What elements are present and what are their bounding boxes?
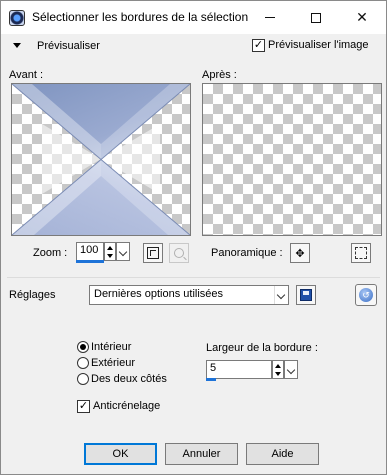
zoom-fit-button[interactable]	[143, 243, 163, 263]
preview-image-checkbox[interactable]: ✓	[252, 39, 265, 52]
border-width-focus-bar	[206, 378, 216, 381]
zoom-spinner[interactable]	[104, 242, 116, 261]
maximize-button[interactable]	[293, 1, 339, 34]
window-title: Sélectionner les bordures de la sélectio…	[32, 10, 249, 24]
reset-button[interactable]: ↺	[355, 284, 377, 306]
preview-toggle-row: Prévisualiser ✓ Prévisualiser l'image	[1, 34, 386, 57]
floppy-disk-icon	[300, 289, 312, 301]
ok-button[interactable]: OK	[84, 443, 157, 465]
collapse-triangle-icon[interactable]	[13, 43, 21, 48]
minimize-button[interactable]	[247, 1, 293, 34]
checkmark-icon: ✓	[253, 39, 264, 51]
border-width-input[interactable]: 5	[206, 360, 272, 379]
before-preview-image	[12, 84, 190, 235]
magnifier-icon	[174, 248, 184, 258]
before-label: Avant :	[9, 69, 44, 81]
checkmark-icon: ✓	[78, 400, 89, 412]
dialog-window: Sélectionner les bordures de la sélectio…	[0, 0, 387, 475]
spin-up-icon[interactable]	[275, 364, 281, 368]
zoom-label: Zoom :	[33, 247, 68, 259]
zoom-to-selection-button	[169, 243, 189, 263]
outside-radio-label[interactable]: Extérieur	[91, 357, 135, 369]
title-bar[interactable]: Sélectionner les bordures de la sélectio…	[1, 1, 386, 34]
zoom-fit-icon	[147, 247, 159, 259]
after-preview-pane[interactable]	[202, 83, 382, 236]
pan-label: Panoramique :	[211, 247, 283, 259]
help-button[interactable]: Aide	[246, 443, 319, 465]
zoom-input[interactable]: 100	[76, 242, 104, 261]
border-width-spinner[interactable]	[272, 360, 284, 379]
before-preview-pane[interactable]	[11, 83, 191, 236]
border-width-label: Largeur de la bordure :	[206, 342, 318, 354]
close-button[interactable]: ✕	[339, 1, 385, 34]
spin-up-icon[interactable]	[107, 246, 113, 250]
reset-arrow-icon: ↺	[359, 288, 373, 302]
save-preset-button[interactable]	[296, 285, 316, 305]
zoom-dropdown-button[interactable]	[116, 242, 130, 261]
antialias-checkbox[interactable]: ✓	[77, 400, 90, 413]
inside-radio-label[interactable]: Intérieur	[91, 341, 131, 353]
spin-down-icon[interactable]	[107, 254, 113, 258]
preview-image-label[interactable]: Prévisualiser l'image	[268, 39, 369, 51]
both-sides-radio-label[interactable]: Des deux côtés	[91, 373, 167, 385]
settings-combo[interactable]: Dernières options utilisées	[89, 285, 289, 305]
move-cross-icon: ✥	[295, 247, 305, 260]
outside-radio[interactable]	[77, 357, 89, 369]
antialias-label[interactable]: Anticrénelage	[93, 400, 160, 412]
settings-label: Réglages	[9, 289, 56, 301]
paint-shop-icon	[9, 10, 25, 26]
maximize-icon	[311, 12, 321, 23]
separator	[7, 277, 380, 278]
spin-down-icon[interactable]	[275, 372, 281, 376]
both-sides-radio[interactable]	[77, 373, 89, 385]
inside-radio[interactable]	[77, 341, 89, 353]
zoom-input-focus-bar	[76, 260, 104, 263]
options-panel	[1, 313, 386, 433]
selection-marquee-button[interactable]	[351, 243, 371, 263]
preview-label[interactable]: Prévisualiser	[37, 40, 100, 52]
minimize-icon	[265, 17, 275, 18]
after-label: Après :	[202, 69, 237, 81]
border-width-dropdown-button[interactable]	[284, 360, 298, 379]
close-icon: ✕	[356, 9, 368, 25]
cancel-button[interactable]: Annuler	[165, 443, 238, 465]
pan-button[interactable]: ✥	[290, 243, 310, 263]
marquee-icon	[355, 247, 367, 259]
settings-dropdown-button[interactable]	[274, 286, 288, 304]
